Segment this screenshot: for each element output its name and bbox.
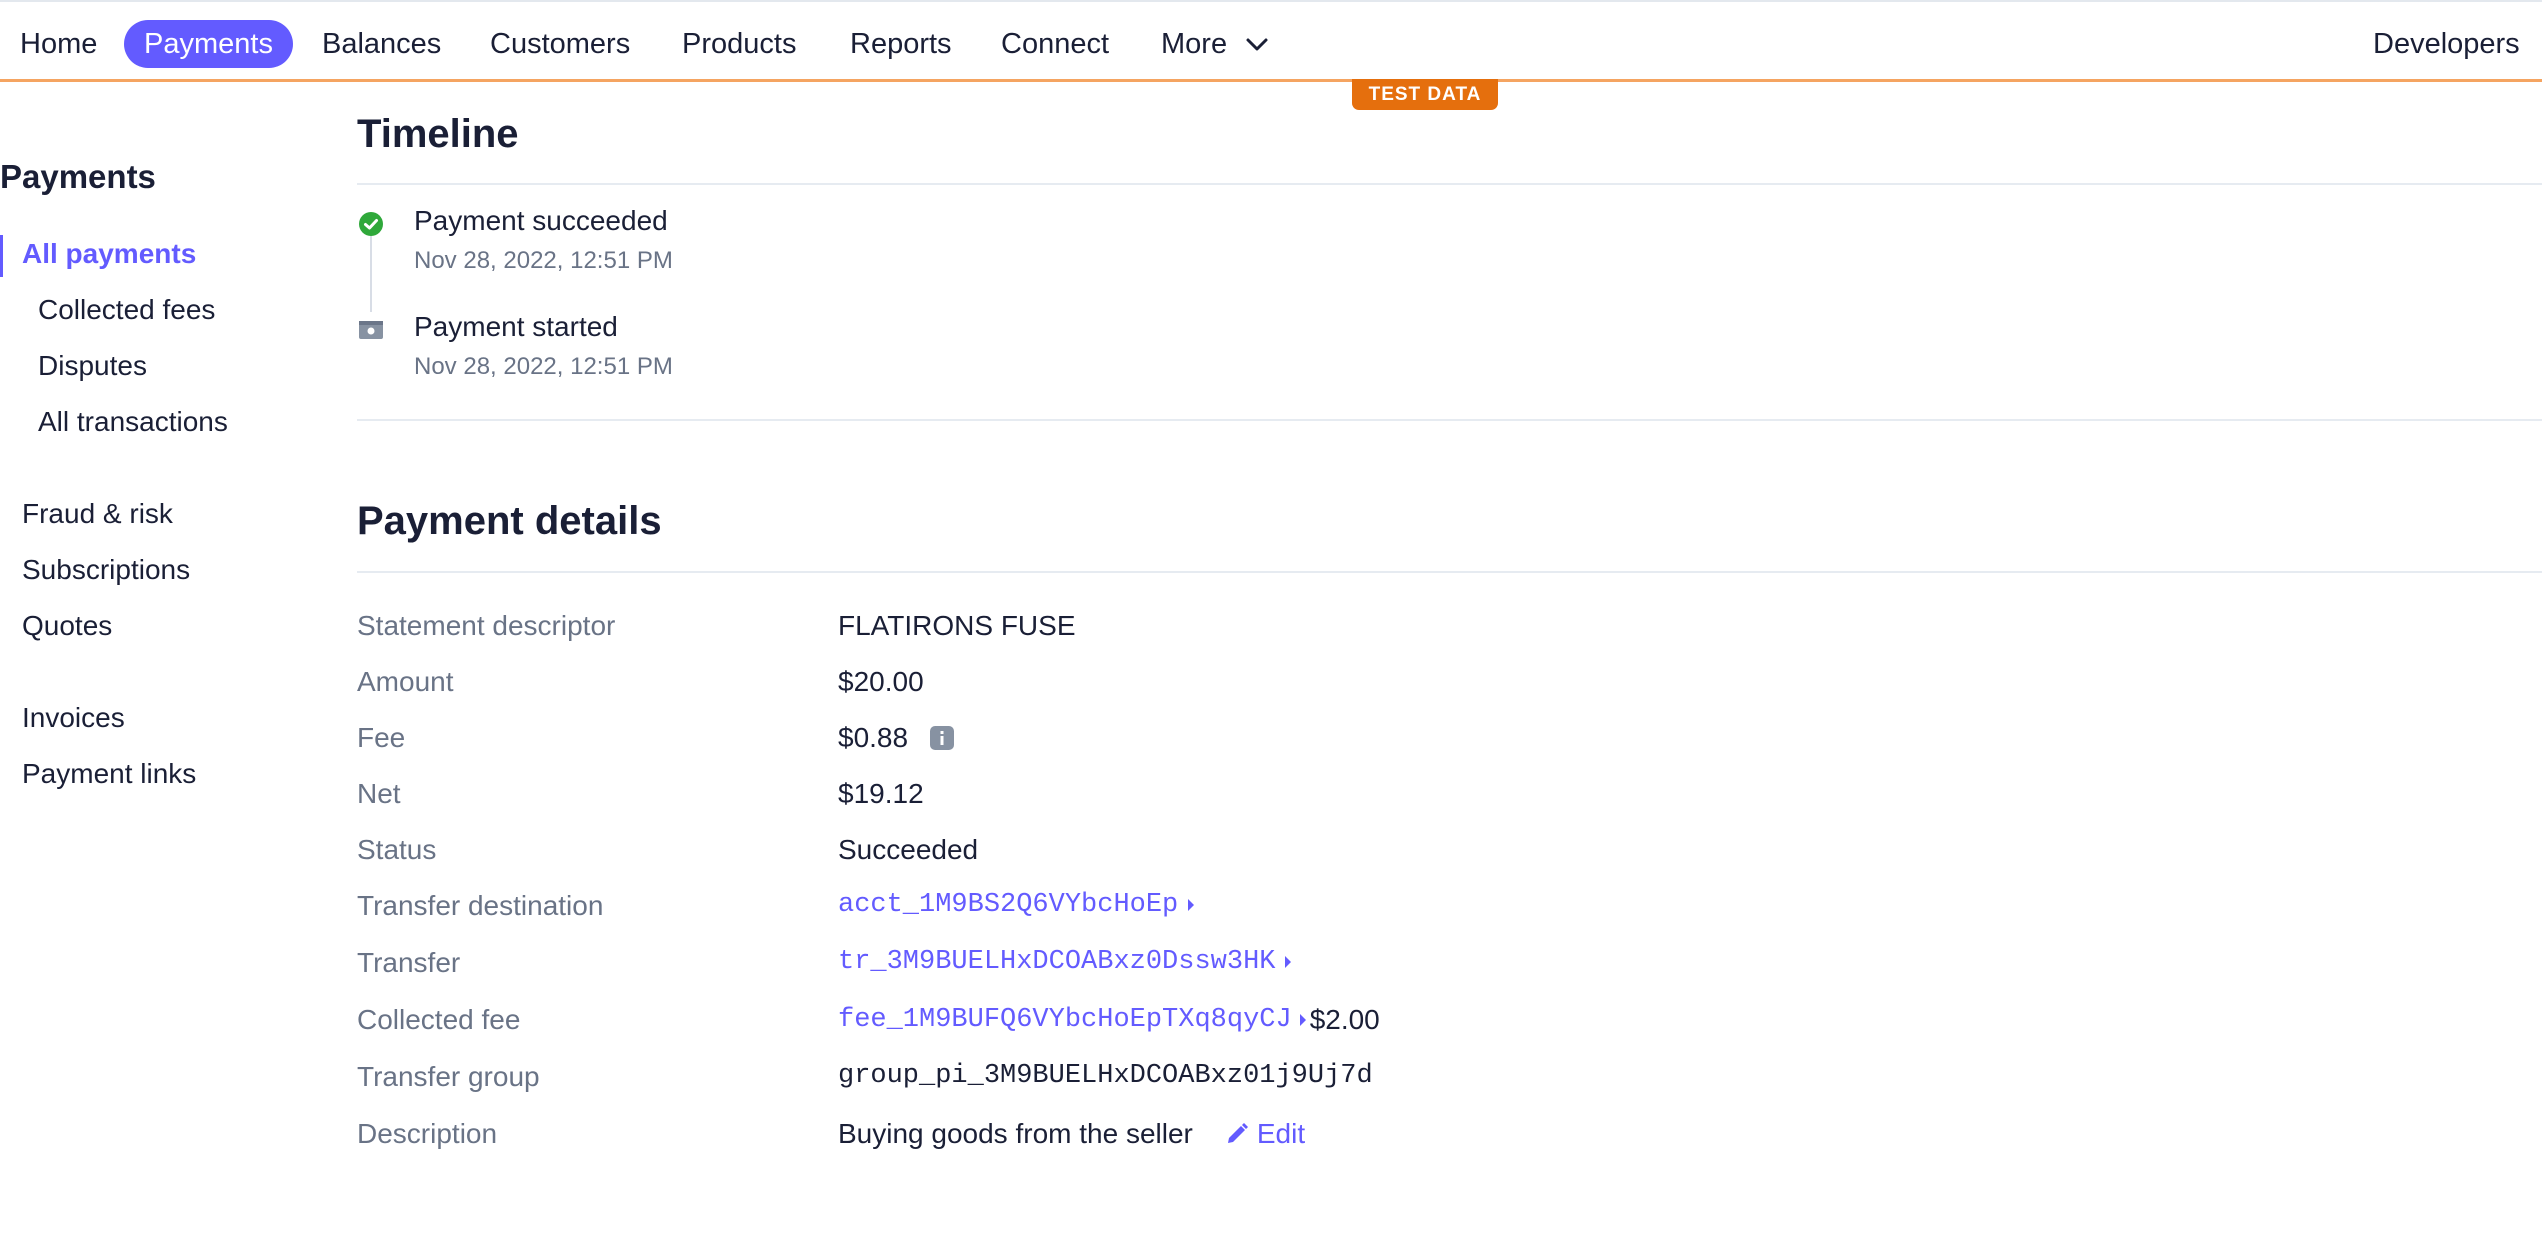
nav-home[interactable]: Home <box>0 20 117 68</box>
caret-right-icon[interactable] <box>1299 1014 1306 1026</box>
collected-fee-link[interactable]: fee_1M9BUFQ6VYbcHoEpTXq8qyCJ <box>838 1005 1292 1035</box>
nav-more[interactable]: More <box>1141 20 1289 68</box>
label-status: Status <box>357 834 437 865</box>
nav-developers[interactable]: Developers <box>2353 20 2540 68</box>
label-fee: Fee <box>357 722 406 753</box>
value-transfer-group: group_pi_3M9BUELHxDCOABxz01j9Uj7d <box>838 1061 1373 1091</box>
value-statement-descriptor: FLATIRONS FUSE <box>838 610 1076 642</box>
value-status: Succeeded <box>838 834 978 866</box>
timeline-title: Timeline <box>357 112 519 156</box>
info-icon[interactable] <box>930 726 955 750</box>
sidebar-item-fraud-risk[interactable]: Fraud & risk <box>22 498 173 530</box>
label-statement-descriptor: Statement descriptor <box>357 610 616 641</box>
value-amount: $20.00 <box>838 666 924 698</box>
value-fee: $0.88 <box>838 722 955 754</box>
timeline-divider <box>357 183 2542 185</box>
sidebar-item-subscriptions[interactable]: Subscriptions <box>22 554 190 586</box>
timeline-event-date: Nov 28, 2022, 12:51 PM <box>414 247 673 274</box>
sidebar-item-disputes[interactable]: Disputes <box>38 350 147 382</box>
sidebar-item-quotes[interactable]: Quotes <box>22 610 112 642</box>
label-transfer: Transfer <box>357 947 461 978</box>
check-circle-icon <box>359 212 383 236</box>
edit-label: Edit <box>1256 1118 1306 1149</box>
timeline-event-date: Nov 28, 2022, 12:51 PM <box>414 353 673 380</box>
sidebar-item-all-payments[interactable]: All payments <box>22 238 196 270</box>
timeline-event-title: Payment succeeded <box>414 205 668 236</box>
sidebar-item-all-transactions[interactable]: All transactions <box>38 406 228 438</box>
caret-right-icon[interactable] <box>1188 899 1195 911</box>
transfer-destination-link[interactable]: acct_1M9BS2Q6VYbcHoEp <box>838 890 1178 920</box>
transfer-link[interactable]: tr_3M9BUELHxDCOABxz0Dssw3HK <box>838 947 1275 977</box>
collected-fee-amount: $2.00 <box>1309 1004 1380 1035</box>
label-transfer-destination: Transfer destination <box>357 890 604 921</box>
description-text: Buying goods from the seller <box>838 1118 1193 1149</box>
payment-details-title: Payment details <box>357 499 662 543</box>
sidebar-title: Payments <box>0 158 156 195</box>
sidebar-item-invoices[interactable]: Invoices <box>22 702 125 734</box>
statement-descriptor-text: FLATIRONS FUSE <box>838 610 1076 641</box>
value-collected-fee: fee_1M9BUFQ6VYbcHoEpTXq8qyCJ $2.00 <box>838 1004 1380 1036</box>
transfer-group-text: group_pi_3M9BUELHxDCOABxz01j9Uj7d <box>838 1061 1373 1091</box>
nav-products[interactable]: Products <box>662 20 816 68</box>
payment-details-divider <box>357 571 2542 573</box>
value-description: Buying goods from the seller Edit <box>838 1118 1305 1150</box>
nav-customers[interactable]: Customers <box>470 20 650 68</box>
value-net: $19.12 <box>838 778 924 810</box>
nav-balances[interactable]: Balances <box>302 20 461 68</box>
status-text: Succeeded <box>838 834 979 865</box>
sidebar-item-payment-links[interactable]: Payment links <box>22 758 196 790</box>
nav-connect[interactable]: Connect <box>981 20 1129 68</box>
net-text: $19.12 <box>838 778 924 809</box>
timeline-event-title: Payment started <box>414 311 618 342</box>
caret-right-icon[interactable] <box>1285 956 1292 968</box>
timeline-connector <box>370 236 372 312</box>
value-transfer-destination: acct_1M9BS2Q6VYbcHoEp <box>838 890 1195 920</box>
nav-more-label: More <box>1161 28 1228 60</box>
label-collected-fee: Collected fee <box>357 1004 521 1035</box>
chevron-down-icon <box>1246 38 1268 51</box>
label-net: Net <box>357 778 401 809</box>
value-transfer: tr_3M9BUELHxDCOABxz0Dssw3HK <box>838 947 1292 977</box>
label-transfer-group: Transfer group <box>357 1061 540 1092</box>
payment-started-icon <box>359 321 383 339</box>
label-amount: Amount <box>357 666 454 697</box>
sidebar-item-collected-fees[interactable]: Collected fees <box>38 294 215 326</box>
top-nav: Home Payments Balances Customers Product… <box>0 0 2542 82</box>
pencil-icon <box>1227 1123 1248 1143</box>
label-description: Description <box>357 1118 498 1149</box>
timeline-bottom-divider <box>357 419 2542 421</box>
amount-text: $20.00 <box>838 666 924 697</box>
edit-description-button[interactable]: Edit <box>1225 1118 1305 1150</box>
fee-text: $0.88 <box>838 722 909 753</box>
sidebar-active-indicator <box>0 235 3 277</box>
nav-payments[interactable]: Payments <box>124 20 293 68</box>
test-data-badge: TEST DATA <box>1352 79 1498 110</box>
nav-reports[interactable]: Reports <box>830 20 972 68</box>
